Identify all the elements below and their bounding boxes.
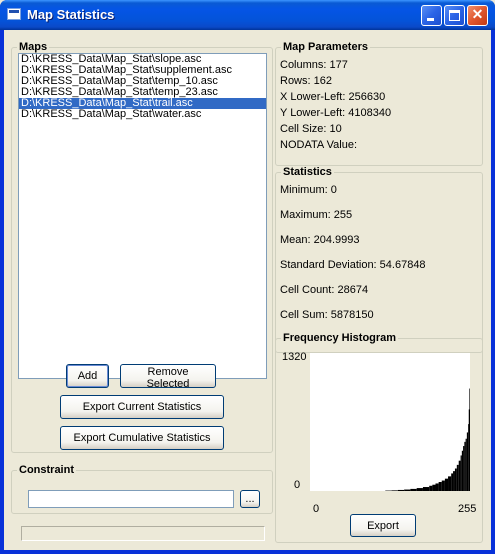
histogram-bar	[416, 488, 423, 491]
histogram-bar	[438, 482, 442, 491]
constraint-legend: Constraint	[19, 464, 74, 476]
histogram-bar	[397, 489, 405, 491]
histogram-bar	[404, 489, 411, 491]
close-icon: ✕	[471, 6, 484, 22]
export-current-statistics-button[interactable]: Export Current Statistics	[60, 395, 224, 419]
minimize-icon	[427, 18, 434, 21]
export-histogram-button[interactable]: Export	[350, 514, 416, 537]
nodata-value: NODATA Value:	[280, 139, 358, 151]
browse-constraint-button[interactable]: ...	[240, 490, 260, 508]
histogram-bar	[469, 388, 470, 491]
histogram-bar	[410, 488, 417, 491]
window-title: Map Statistics	[27, 7, 115, 22]
cell-count-value: Cell Count: 28674	[280, 284, 369, 296]
maximize-icon	[449, 10, 460, 21]
histogram-y-max-label: 1320	[282, 351, 307, 363]
histogram-bar	[463, 446, 465, 491]
histogram-bar	[432, 484, 436, 491]
histogram-bar	[435, 483, 439, 491]
frequency-histogram-legend: Frequency Histogram	[283, 332, 397, 344]
statistics-legend: Statistics	[283, 166, 332, 178]
remove-selected-button[interactable]: Remove Selected	[120, 364, 216, 390]
client-area: Maps D:\KRESS_Data\Map_Stat\slope.asc D:\…	[4, 30, 491, 550]
maximize-button[interactable]	[444, 5, 465, 26]
histogram-bar	[465, 438, 467, 491]
close-button[interactable]: ✕	[467, 5, 488, 26]
constraint-input[interactable]	[28, 490, 234, 508]
export-cumulative-statistics-button[interactable]: Export Cumulative Statistics	[60, 426, 224, 450]
y-lower-left-value: Y Lower-Left: 4108340	[280, 107, 392, 119]
cell-sum-value: Cell Sum: 5878150	[280, 309, 374, 321]
histogram-bar	[391, 490, 398, 491]
histogram-bar	[444, 478, 449, 491]
histogram-bar	[460, 455, 462, 491]
histogram-bar	[429, 485, 433, 491]
histogram-bar	[461, 450, 464, 491]
histogram-bar	[456, 464, 459, 491]
maps-legend: Maps	[19, 41, 48, 53]
histogram-x-min-label: 0	[313, 503, 320, 515]
histogram-bar	[466, 432, 469, 491]
map-list-item[interactable]: D:\KRESS_Data\Map_Stat\water.asc	[19, 109, 266, 120]
app-window-icon	[7, 8, 21, 20]
histogram-x-max-label: 255	[458, 503, 477, 515]
rows-value: Rows: 162	[280, 75, 332, 87]
histogram-bar	[448, 476, 452, 491]
histogram-bar	[441, 480, 445, 491]
histogram-bar	[454, 468, 457, 491]
title-bar[interactable]: Map Statistics ✕	[0, 0, 495, 30]
histogram-y-min-label: 0	[294, 479, 301, 491]
standard-deviation-value: Standard Deviation: 54.67848	[280, 259, 426, 271]
add-button[interactable]: Add	[66, 364, 109, 388]
maximum-value: Maximum: 255	[280, 209, 353, 221]
frequency-histogram-chart	[310, 353, 470, 491]
maps-listbox[interactable]: D:\KRESS_Data\Map_Stat\slope.asc D:\KRESS…	[18, 53, 267, 379]
status-bar	[21, 526, 265, 541]
histogram-bar	[422, 487, 430, 491]
minimize-button[interactable]	[421, 5, 442, 26]
histogram-bar	[458, 460, 461, 491]
map-parameters-legend: Map Parameters	[283, 41, 368, 53]
histogram-bar	[464, 441, 466, 491]
x-lower-left-value: X Lower-Left: 256630	[280, 91, 386, 103]
histogram-bar	[451, 473, 454, 491]
mean-value: Mean: 204.9993	[280, 234, 360, 246]
app-window: Map Statistics ✕ Maps D:\KRESS_Data\Map_…	[0, 0, 495, 554]
columns-value: Columns: 177	[280, 59, 348, 71]
histogram-bar	[453, 471, 455, 491]
cell-size-value: Cell Size: 10	[280, 123, 342, 135]
minimum-value: Minimum: 0	[280, 184, 337, 196]
